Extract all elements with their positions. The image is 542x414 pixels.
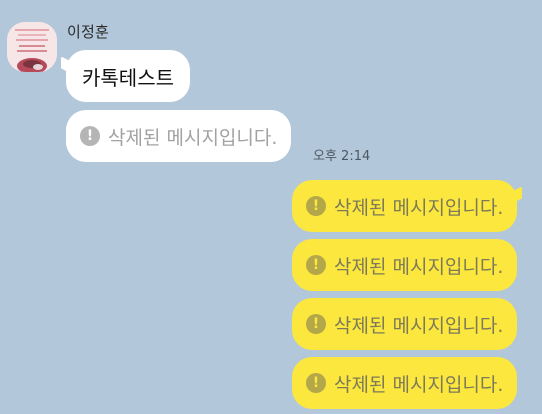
message-timestamp: 오후 2:14	[313, 149, 371, 164]
sender-name: 이정훈	[67, 23, 110, 41]
incoming-message-text: 카톡테스트	[82, 65, 174, 90]
sender-avatar[interactable]	[7, 22, 57, 72]
deleted-message-text: 삭제된 메시지입니다.	[108, 126, 278, 149]
warning-icon: !	[306, 255, 326, 275]
incoming-deleted-message-bubble[interactable]: ! 삭제된 메시지입니다.	[66, 110, 292, 162]
chat-window: 이정훈 카톡테스트 ! 삭제된 메시지입니다. 오후 2:14 ! 삭제된 메시…	[0, 0, 542, 414]
warning-icon: !	[306, 196, 326, 216]
outgoing-deleted-message-bubble[interactable]: ! 삭제된 메시지입니다.	[292, 298, 518, 350]
warning-icon: !	[306, 373, 326, 393]
deleted-message-text: 삭제된 메시지입니다.	[334, 255, 504, 278]
outgoing-deleted-message-bubble[interactable]: ! 삭제된 메시지입니다.	[292, 357, 518, 409]
deleted-message-text: 삭제된 메시지입니다.	[334, 196, 504, 219]
incoming-message-bubble[interactable]: 카톡테스트	[66, 50, 190, 102]
warning-icon: !	[80, 126, 100, 146]
outgoing-deleted-message-bubble[interactable]: ! 삭제된 메시지입니다.	[292, 239, 518, 291]
deleted-message-text: 삭제된 메시지입니다.	[334, 314, 504, 337]
avatar-image	[7, 22, 57, 72]
deleted-message-text: 삭제된 메시지입니다.	[334, 373, 504, 396]
warning-icon: !	[306, 314, 326, 334]
outgoing-deleted-message-bubble[interactable]: ! 삭제된 메시지입니다.	[292, 180, 518, 232]
